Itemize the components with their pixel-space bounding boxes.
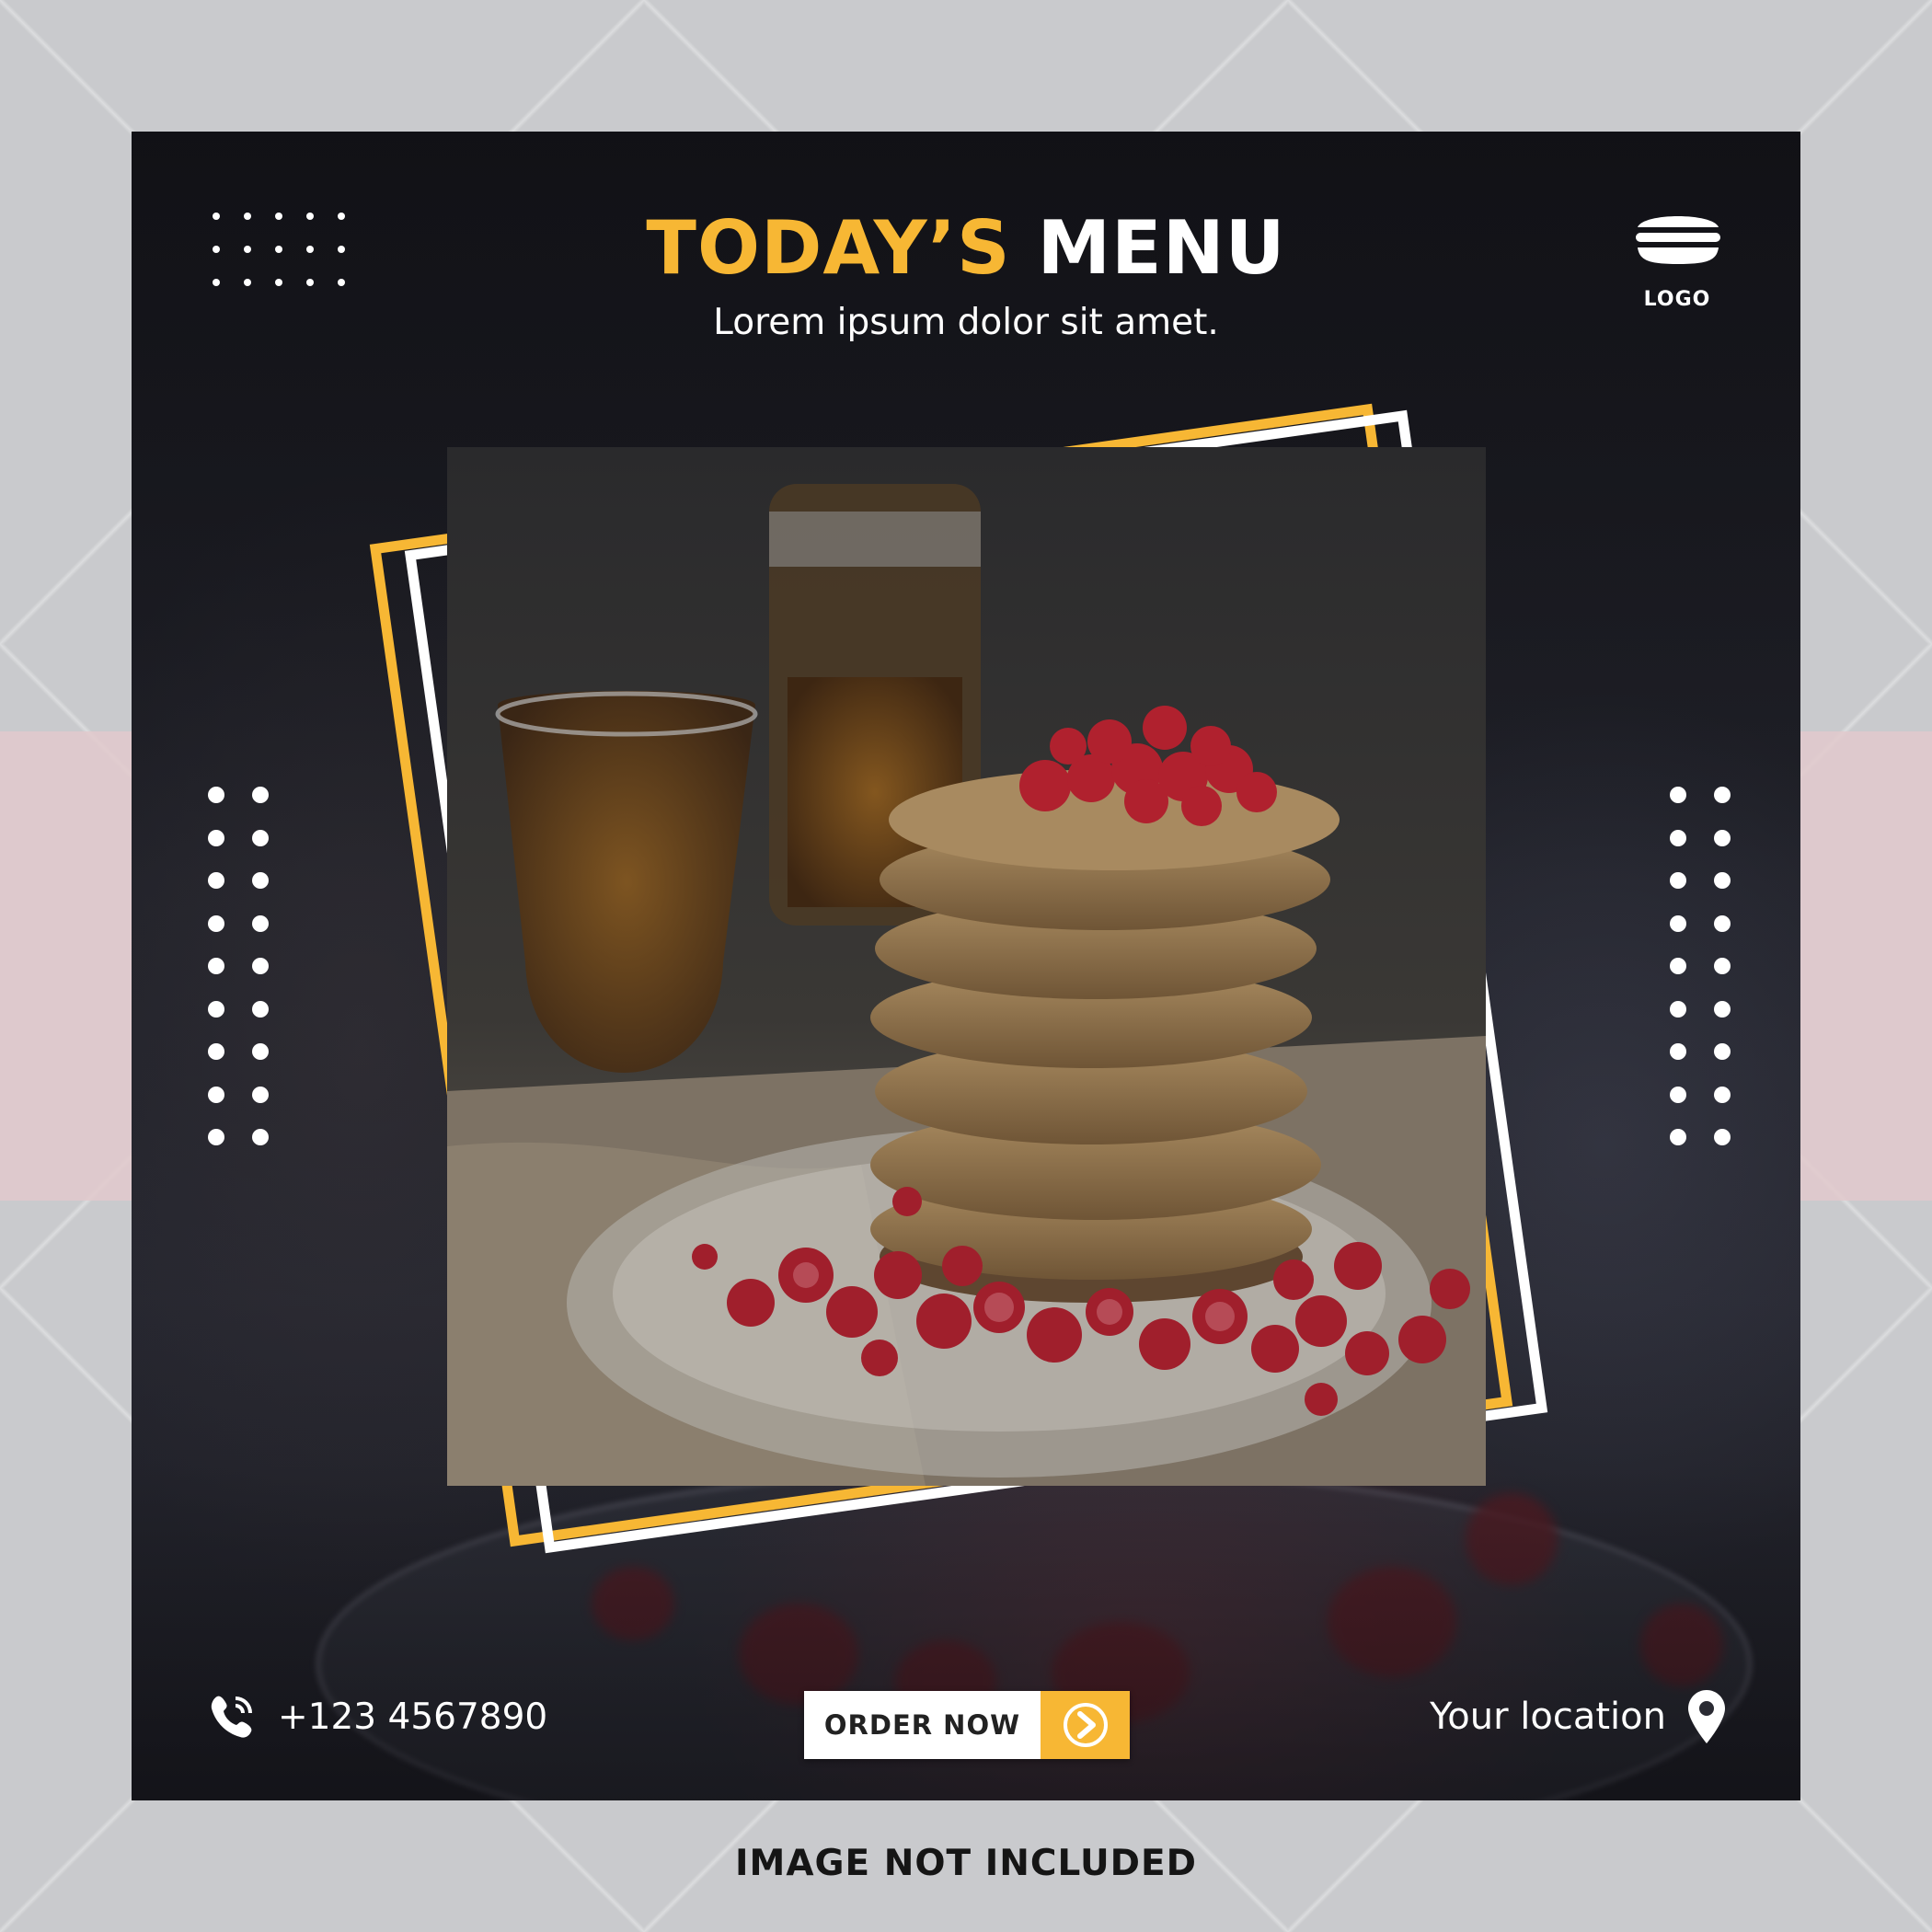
pancake-illustration (447, 447, 1486, 1486)
image-caption: IMAGE NOT INCLUDED (735, 1843, 1197, 1884)
social-media-post: TODAY’S MENU Lorem ipsum dolor sit amet.… (132, 132, 1800, 1800)
post-subtitle: Lorem ipsum dolor sit amet. (713, 302, 1219, 343)
map-pin-icon (1688, 1690, 1725, 1743)
order-arrow-box (1041, 1691, 1130, 1759)
post-title: TODAY’S MENU (132, 205, 1800, 291)
logo-label: LOGO (1643, 288, 1711, 311)
phone-number: +123 4567890 (278, 1696, 548, 1738)
dot-grid-left (208, 787, 269, 1145)
title-main: MENU (1037, 205, 1286, 291)
phone-icon (211, 1696, 252, 1738)
order-now-label: ORDER NOW (804, 1691, 1041, 1759)
title-highlight: TODAY’S (646, 205, 1011, 291)
dot-grid-right (1670, 787, 1731, 1145)
location-text: Your location (1430, 1696, 1666, 1738)
food-photo (447, 447, 1486, 1486)
location-info[interactable]: Your location (1430, 1688, 1727, 1745)
order-now-button[interactable]: ORDER NOW (804, 1691, 1130, 1759)
phone-contact[interactable]: +123 4567890 (208, 1693, 547, 1741)
dot-grid-top-left (213, 213, 345, 286)
burger-logo-icon (1636, 216, 1720, 264)
arrow-circle-icon (1063, 1703, 1108, 1747)
